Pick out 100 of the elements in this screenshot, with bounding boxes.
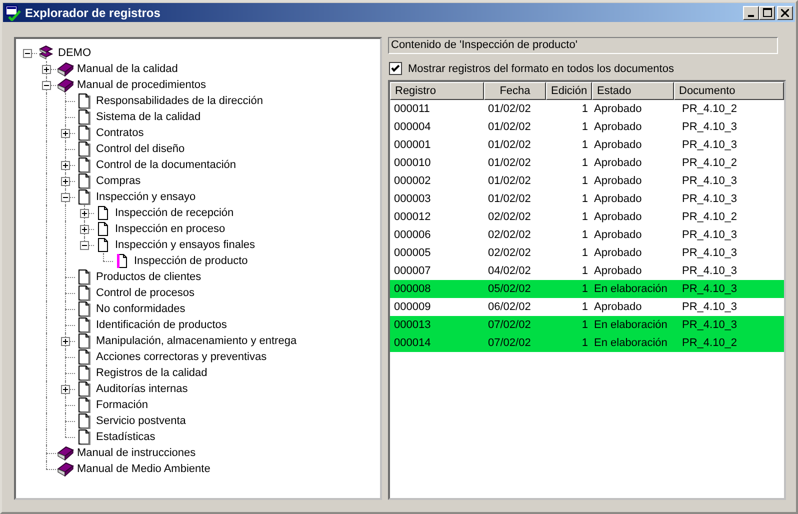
tree-item[interactable]: Control de la documentación: [95, 159, 238, 171]
column-header[interactable]: Edición: [546, 82, 592, 100]
table-row[interactable]: 000013 07/02/02 1 En elaboración PR_4.10_3: [390, 316, 784, 334]
expand-toggle[interactable]: [61, 161, 70, 170]
table-cell: PR_4.10_3: [682, 229, 738, 241]
table-cell: 1: [582, 139, 588, 151]
close-button[interactable]: [777, 6, 793, 20]
tree-item[interactable]: Identificación de productos: [95, 319, 228, 331]
tree-item[interactable]: Servicio postventa: [95, 415, 187, 427]
collapse-toggle[interactable]: [61, 193, 70, 202]
checkbox-label[interactable]: Mostrar registros del formato en todos los documentos: [408, 62, 674, 74]
table-cell: 01/02/02: [488, 157, 531, 169]
content-caption: Contenido de 'Inspección de producto': [388, 37, 778, 54]
collapse-toggle[interactable]: [80, 241, 89, 250]
table-cell: 000012: [394, 211, 431, 223]
tree-item[interactable]: Control del diseño: [95, 143, 186, 155]
tree-item[interactable]: Inspección y ensayos finales: [114, 239, 256, 251]
collapse-toggle[interactable]: [23, 49, 32, 58]
collapse-toggle[interactable]: [42, 81, 51, 90]
expand-toggle[interactable]: [80, 225, 89, 234]
tree-item[interactable]: Estadísticas: [95, 431, 156, 443]
column-header[interactable]: Registro: [390, 82, 484, 100]
tree-item[interactable]: Manipulación, almacenamiento y entrega: [95, 335, 298, 347]
table-cell: En elaboración: [594, 283, 668, 295]
table-cell: 000001: [394, 139, 431, 151]
table-cell: 1: [582, 193, 588, 205]
table-cell: 000014: [394, 337, 431, 349]
tree-item[interactable]: Productos de clientes: [95, 271, 202, 283]
table-cell: 1: [582, 247, 588, 259]
table-cell: 06/02/02: [488, 301, 531, 313]
expand-toggle[interactable]: [61, 337, 70, 346]
table-cell: PR_4.10_3: [682, 301, 738, 313]
table-cell: En elaboración: [594, 319, 668, 331]
tree-item[interactable]: Sistema de la calidad: [95, 111, 202, 123]
expand-toggle[interactable]: [42, 65, 51, 74]
tree-item[interactable]: Registros de la calidad: [95, 367, 208, 379]
tree-item[interactable]: No conformidades: [95, 303, 186, 315]
column-header[interactable]: Documento: [674, 82, 784, 100]
tree-item[interactable]: Inspección de producto: [133, 255, 249, 267]
table-cell: 01/02/02: [488, 139, 531, 151]
table-row[interactable]: 000008 05/02/02 1 En elaboración PR_4.10_3: [390, 280, 784, 298]
table-cell: 01/02/02: [488, 103, 531, 115]
table-cell: 1: [582, 103, 588, 115]
table-cell: 1: [582, 319, 588, 331]
tree-item[interactable]: Manual de la calidad: [76, 63, 179, 75]
table-cell: Aprobado: [594, 139, 642, 151]
table-cell: 01/02/02: [488, 193, 531, 205]
tree-item[interactable]: Manual de instrucciones: [76, 447, 197, 459]
expand-toggle[interactable]: [80, 209, 89, 218]
tree-item[interactable]: Acciones correctoras y preventivas: [95, 351, 268, 363]
tree-item[interactable]: Inspección en proceso: [114, 223, 226, 235]
table-cell: 000004: [394, 121, 431, 133]
table-cell: 000005: [394, 247, 431, 259]
tree-item[interactable]: Inspección de recepción: [114, 207, 235, 219]
table-cell: 000010: [394, 157, 431, 169]
table-cell: 1: [582, 121, 588, 133]
table-cell: PR_4.10_3: [682, 121, 738, 133]
table-cell: 000011: [394, 103, 430, 115]
table-cell: 000009: [394, 301, 431, 313]
table-cell: Aprobado: [594, 301, 642, 313]
tree-item[interactable]: Manual de procedimientos: [76, 79, 208, 91]
table-cell: Aprobado: [594, 247, 642, 259]
tree-item[interactable]: Auditorías internas: [95, 383, 189, 395]
table-cell: 1: [582, 211, 588, 223]
tree-item[interactable]: Responsabilidades de la dirección: [95, 95, 264, 107]
table-cell: 1: [582, 265, 588, 277]
table-cell: PR_4.10_2: [682, 103, 738, 115]
tree-item[interactable]: Formación: [95, 399, 149, 411]
books-icon: [37, 45, 55, 61]
table-row[interactable]: 000014 07/02/02 1 En elaboración PR_4.10_2: [390, 334, 784, 352]
tree-item[interactable]: Manual de Medio Ambiente: [76, 463, 212, 475]
minimize-button[interactable]: [743, 6, 759, 20]
expand-toggle[interactable]: [61, 129, 70, 138]
maximize-button[interactable]: [759, 6, 775, 20]
tree-item[interactable]: DEMO: [57, 47, 92, 59]
table-cell: 02/02/02: [488, 229, 531, 241]
column-header[interactable]: Estado: [592, 82, 674, 100]
table-cell: 000007: [394, 265, 431, 277]
table-cell: 02/02/02: [488, 211, 531, 223]
table-cell: Aprobado: [594, 193, 642, 205]
table-cell: 1: [582, 157, 588, 169]
book-icon: [56, 461, 74, 477]
table-cell: 01/02/02: [488, 121, 531, 133]
tree-item[interactable]: Compras: [95, 175, 142, 187]
tree-item[interactable]: Contratos: [95, 127, 145, 139]
checkbox[interactable]: [389, 62, 402, 75]
table-cell: 07/02/02: [488, 319, 531, 331]
table-cell: PR_4.10_3: [682, 193, 738, 205]
table-cell: PR_4.10_2: [682, 157, 738, 169]
app-icon: [5, 4, 21, 20]
table-cell: PR_4.10_2: [682, 211, 738, 223]
tree-item[interactable]: Inspección y ensayo: [95, 191, 197, 203]
column-header[interactable]: Fecha: [484, 82, 546, 100]
expand-toggle[interactable]: [61, 385, 70, 394]
tree-item[interactable]: Control de procesos: [95, 287, 196, 299]
table-cell: 000006: [394, 229, 431, 241]
table-cell: 1: [582, 337, 588, 349]
table-cell: 1: [582, 229, 588, 241]
table-cell: Aprobado: [594, 103, 642, 115]
expand-toggle[interactable]: [61, 177, 70, 186]
